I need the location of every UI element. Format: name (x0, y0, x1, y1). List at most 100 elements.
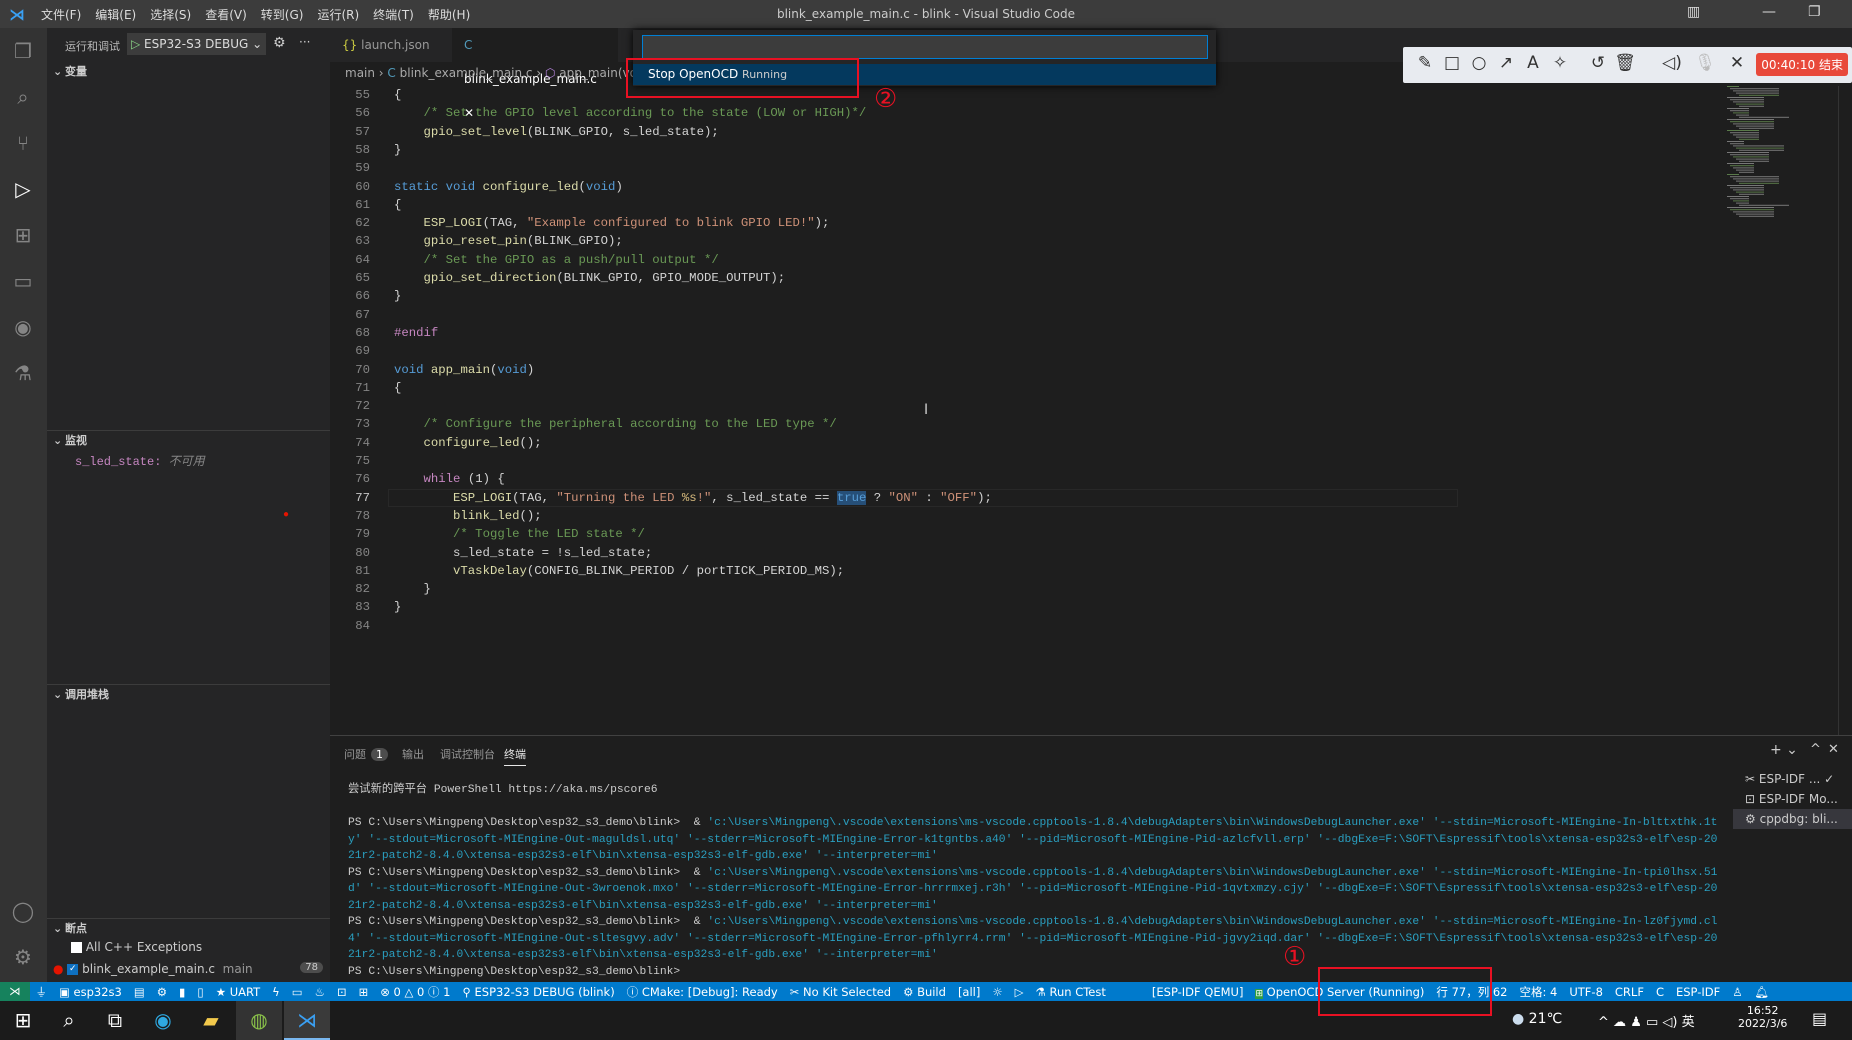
feedback-icon[interactable]: ♙ (1726, 985, 1748, 999)
terminal-line[interactable]: PS C:\Users\Mingpeng\Desktop\esp32_s3_de… (348, 914, 1717, 931)
flame-icon[interactable]: ♨ (309, 985, 331, 999)
system-tray[interactable]: ^ ☁ ♟ ▭ ◁) 英 (1598, 1011, 1695, 1030)
breakpoint-item[interactable]: ● ✓ blink_example_main.c main 78 (53, 962, 323, 976)
debug-config-select[interactable]: ▷ ESP32-S3 DEBUG ⌄ (127, 33, 267, 55)
code-line[interactable]: /* Set the GPIO as a push/pull output */ (394, 251, 719, 269)
code-line[interactable]: /* Configure the peripheral according to… (394, 415, 837, 433)
code-line[interactable]: #endif (394, 324, 438, 342)
code-line[interactable]: blink_led(); (394, 507, 542, 525)
terminal-line[interactable]: 21r2-patch2-8.4.0\xtensa-esp32s3-elf\bin… (348, 947, 938, 964)
start-debug-icon[interactable]: ▷ (131, 37, 144, 51)
watch-section[interactable]: ⌄ 监视 (47, 430, 330, 450)
code-line[interactable]: void app_main(void) (394, 361, 534, 379)
windows-start-icon[interactable]: ⊞ (0, 1001, 46, 1040)
terminal-item[interactable]: ⊡ ESP-IDF Mo... (1733, 789, 1852, 809)
ime-indicator[interactable]: 英 (1682, 1015, 1695, 1030)
run-debug-icon[interactable]: ▷ (10, 176, 36, 202)
close-icon[interactable]: ✕ (1725, 53, 1749, 73)
breadcrumb-file[interactable]: blink_example_main.c (400, 66, 533, 80)
menu-item[interactable]: 查看(V) (198, 6, 254, 23)
task-view-icon[interactable]: ⧉ (92, 1001, 138, 1040)
code-line[interactable]: s_led_state = !s_led_state; (394, 544, 652, 562)
breakpoints-section[interactable]: ⌄ 断点 (47, 918, 330, 938)
status-qemu[interactable]: [ESP-IDF QEMU] (1146, 985, 1250, 999)
tab-blink-example-main-c[interactable]: C blink_example_main.c ✕ (452, 28, 618, 120)
code-line[interactable]: gpio_set_level(BLINK_GPIO, s_led_state); (394, 123, 719, 141)
weather[interactable]: ● 21℃ (1512, 1011, 1562, 1027)
breakpoint-icon[interactable]: ● (283, 510, 289, 521)
recording-timer-end-button[interactable]: 00:40:10 结束 (1756, 53, 1848, 76)
run-icon[interactable]: ▷ (1009, 985, 1030, 999)
account-icon[interactable]: ◯ (10, 898, 36, 924)
code-line[interactable]: { (394, 379, 401, 397)
test-icon[interactable]: ⚗ (10, 360, 36, 386)
status-debug-config[interactable]: ⚲ ESP32-S3 DEBUG (blink) (456, 985, 620, 999)
qq-icon[interactable]: ♟ (1630, 1015, 1642, 1030)
terminal-item[interactable]: ⚙ cppdbg: bli... (1733, 809, 1852, 829)
minimap[interactable] (1725, 86, 1837, 246)
code-line[interactable]: } (394, 141, 401, 159)
terminal-line[interactable]: PS C:\Users\Mingpeng\Desktop\esp32_s3_de… (348, 964, 680, 981)
gear-icon[interactable]: ⚙ (151, 985, 173, 999)
undo-icon[interactable]: ↺ (1586, 53, 1610, 73)
rectangle-icon[interactable]: □ (1440, 53, 1464, 73)
edge-icon[interactable]: ◉ (140, 1001, 186, 1040)
cloud-icon[interactable]: ☁ (1613, 1015, 1626, 1030)
app-icon[interactable]: ◍ (236, 1001, 282, 1040)
code-line[interactable]: gpio_set_direction(BLINK_GPIO, GPIO_MODE… (394, 269, 786, 287)
status-language[interactable]: C (1650, 985, 1670, 999)
more-icon[interactable]: ··· (299, 35, 310, 49)
menu-item[interactable]: 编辑(E) (88, 6, 143, 23)
tab-launch-json[interactable]: {} launch.json (330, 28, 450, 62)
code-line[interactable]: ESP_LOGI(TAG, "Example configured to bli… (394, 214, 830, 232)
breakpoint-item[interactable]: All C++ Exceptions (71, 940, 202, 954)
speaker-icon[interactable]: ◁) (1660, 53, 1684, 73)
panel-tab[interactable]: 输出 (402, 746, 424, 762)
tray-chevron-icon[interactable]: ^ (1598, 1015, 1609, 1030)
flash-icon[interactable]: ϟ (266, 985, 286, 999)
terminal-item[interactable]: ✂ ESP-IDF ... ✓ (1733, 769, 1852, 789)
code-line[interactable]: { (394, 86, 401, 104)
remote-icon[interactable]: ⋊ (0, 982, 30, 1001)
code-line[interactable]: } (394, 598, 401, 616)
maximize-panel-icon[interactable]: ^ (1810, 742, 1821, 757)
extensions-icon[interactable]: ⊞ (10, 222, 36, 248)
code-line[interactable]: } (394, 580, 431, 598)
code-line[interactable]: configure_led(); (394, 434, 542, 452)
status-target[interactable]: ▣ esp32s3 (53, 985, 128, 999)
terminal-line[interactable]: PS C:\Users\Mingpeng\Desktop\esp32_s3_de… (348, 815, 1717, 832)
clock[interactable]: 16:52 2022/3/6 (1738, 1004, 1787, 1030)
checkbox-checked[interactable]: ✓ (67, 964, 79, 975)
debug-bug-icon[interactable]: ☼ (986, 985, 1008, 999)
status-target-all[interactable]: [all] (952, 985, 986, 999)
code-line[interactable]: /* Set the GPIO level according to the s… (394, 104, 867, 122)
menu-item[interactable]: 终端(T) (366, 6, 421, 23)
menu-item[interactable]: 转到(G) (254, 6, 311, 23)
menu-item[interactable]: 帮助(H) (421, 6, 477, 23)
code-line[interactable]: static void configure_led(void) (394, 178, 623, 196)
terminal-icon[interactable]: ⊡ (331, 985, 353, 999)
status-problems[interactable]: ⊗ 0 △ 0 ⓘ 1 (374, 984, 456, 1000)
menu-item[interactable]: 选择(S) (143, 6, 198, 23)
terminal-line[interactable]: y' '--stdout=Microsoft-MIEngine-Out-magu… (348, 832, 1717, 849)
esp-idf-icon[interactable]: ◉ (10, 314, 36, 340)
code-line[interactable]: vTaskDelay(CONFIG_BLINK_PERIOD / portTIC… (394, 562, 844, 580)
layout-icon[interactable]: ▥ (1687, 4, 1700, 20)
terminal-line[interactable]: 21r2-patch2-8.4.0\xtensa-esp32s3-elf\bin… (348, 848, 938, 865)
magic-wand-icon[interactable]: ✧ (1548, 53, 1572, 73)
code-line[interactable]: while (1) { (394, 470, 505, 488)
remote-explorer-icon[interactable]: ▭ (10, 268, 36, 294)
callstack-section[interactable]: ⌄ 调用堆栈 (47, 684, 330, 704)
pencil-icon[interactable]: ✎ (1413, 53, 1437, 73)
source-control-icon[interactable]: ⑂ (10, 130, 36, 156)
text-icon[interactable]: A (1521, 53, 1545, 73)
panel-tab[interactable]: 终端 (504, 746, 526, 766)
status-kit[interactable]: ✂ No Kit Selected (784, 985, 897, 999)
panel-tab[interactable]: 问题 1 (344, 746, 388, 762)
code-line[interactable]: ESP_LOGI(TAG, "Turning the LED %s!", s_l… (394, 489, 992, 507)
monitor-icon[interactable]: ▭ (286, 985, 309, 999)
terminal-line[interactable]: PS C:\Users\Mingpeng\Desktop\esp32_s3_de… (348, 865, 1717, 882)
file-explorer-icon[interactable]: ▰ (188, 1001, 234, 1040)
code-line[interactable]: gpio_reset_pin(BLINK_GPIO); (394, 232, 623, 250)
plug-icon[interactable]: ⏚ (30, 984, 54, 1000)
